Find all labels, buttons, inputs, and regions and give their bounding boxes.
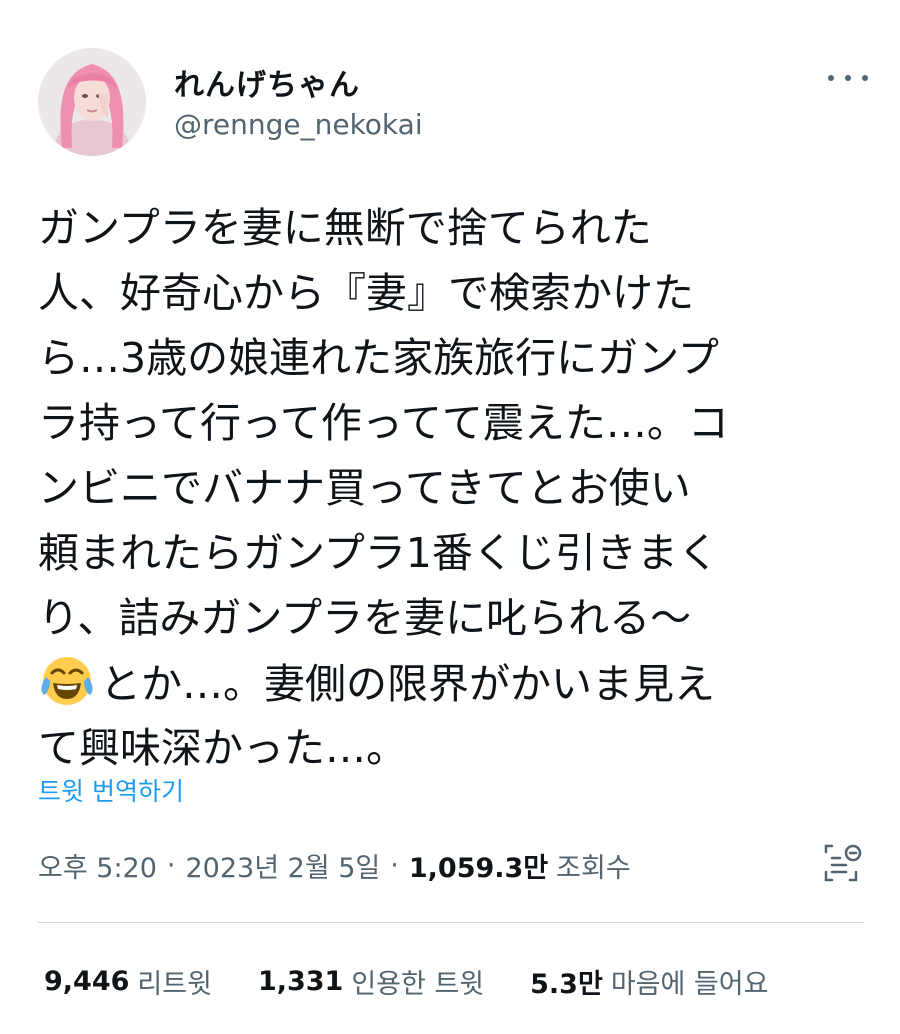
tweet-meta: 오후 5:20 · 2023년 2월 5일 · 1,059.3만 조회수	[38, 846, 631, 885]
tweet-line: ガンプラを妻に無断で捨てられた	[38, 204, 652, 252]
views-label: 조회수	[556, 853, 631, 884]
profile-photo-icon	[38, 48, 146, 156]
tweet-line: ら…3歳の娘連れた家族旅行にガンプ	[38, 334, 719, 382]
tweet-text: ガンプラを妻に無断で捨てられた 人、好奇心から『妻』で検索かけた ら…3歳の娘連…	[38, 196, 868, 781]
tweet-date[interactable]: 2023년 2월 5일	[186, 846, 381, 885]
retweets-count: 9,446	[44, 966, 130, 997]
more-horizontal-icon	[828, 75, 834, 81]
tweet-line: り、詰みガンプラを妻に叱られる〜	[38, 594, 692, 642]
likes-label: 마음에 들어요	[610, 969, 769, 1000]
tweet-header: れんげちゃん @rennge_nekokai	[38, 48, 868, 158]
likes-count: 5.3만	[530, 969, 603, 1000]
meta-separator: ·	[390, 850, 399, 881]
tweet-time[interactable]: 오후 5:20	[38, 846, 157, 885]
user-handle[interactable]: @rennge_nekokai	[174, 108, 423, 141]
analytics-button[interactable]	[822, 842, 862, 884]
retweets-stat[interactable]: 9,446 리트윗	[44, 962, 212, 1001]
retweets-label: 리트윗	[137, 969, 212, 1000]
avatar[interactable]	[38, 48, 146, 156]
tweet-line: 頼まれたらガンプラ1番くじ引きまく	[38, 529, 719, 577]
tweet-stats: 9,446 리트윗 1,331 인용한 트윗 5.3만 마음에 들어요	[44, 962, 768, 1001]
views-count: 1,059.3만	[408, 853, 549, 884]
face-with-tears-of-joy-emoji	[41, 657, 93, 705]
more-dot	[845, 75, 851, 81]
tweet-line: ンビニでバナナ買ってきてとお使い	[38, 464, 691, 512]
display-name[interactable]: れんげちゃん	[174, 60, 360, 104]
quotes-stat[interactable]: 1,331 인용한 트윗	[258, 962, 484, 1001]
quotes-label: 인용한 트윗	[351, 969, 485, 1000]
more-dot	[862, 75, 868, 81]
tweet-line: とか…。妻側の限界がかいま見え	[100, 660, 715, 708]
likes-stat[interactable]: 5.3만 마음에 들어요	[530, 962, 768, 1001]
divider	[38, 922, 864, 923]
analytics-icon	[824, 844, 862, 882]
tweet-line: ラ持って行って作ってて震えた…。コ	[38, 399, 729, 447]
meta-separator: ·	[166, 850, 176, 881]
quotes-count: 1,331	[257, 966, 344, 997]
tweet-line-with-emoji: とか…。妻側の限界がかいま見え	[38, 651, 868, 716]
more-options-button[interactable]	[828, 66, 868, 90]
translate-tweet-link[interactable]: 트윗 번역하기	[38, 772, 184, 808]
tweet-line: 人、好奇心から『妻』で検索かけた	[38, 269, 694, 317]
